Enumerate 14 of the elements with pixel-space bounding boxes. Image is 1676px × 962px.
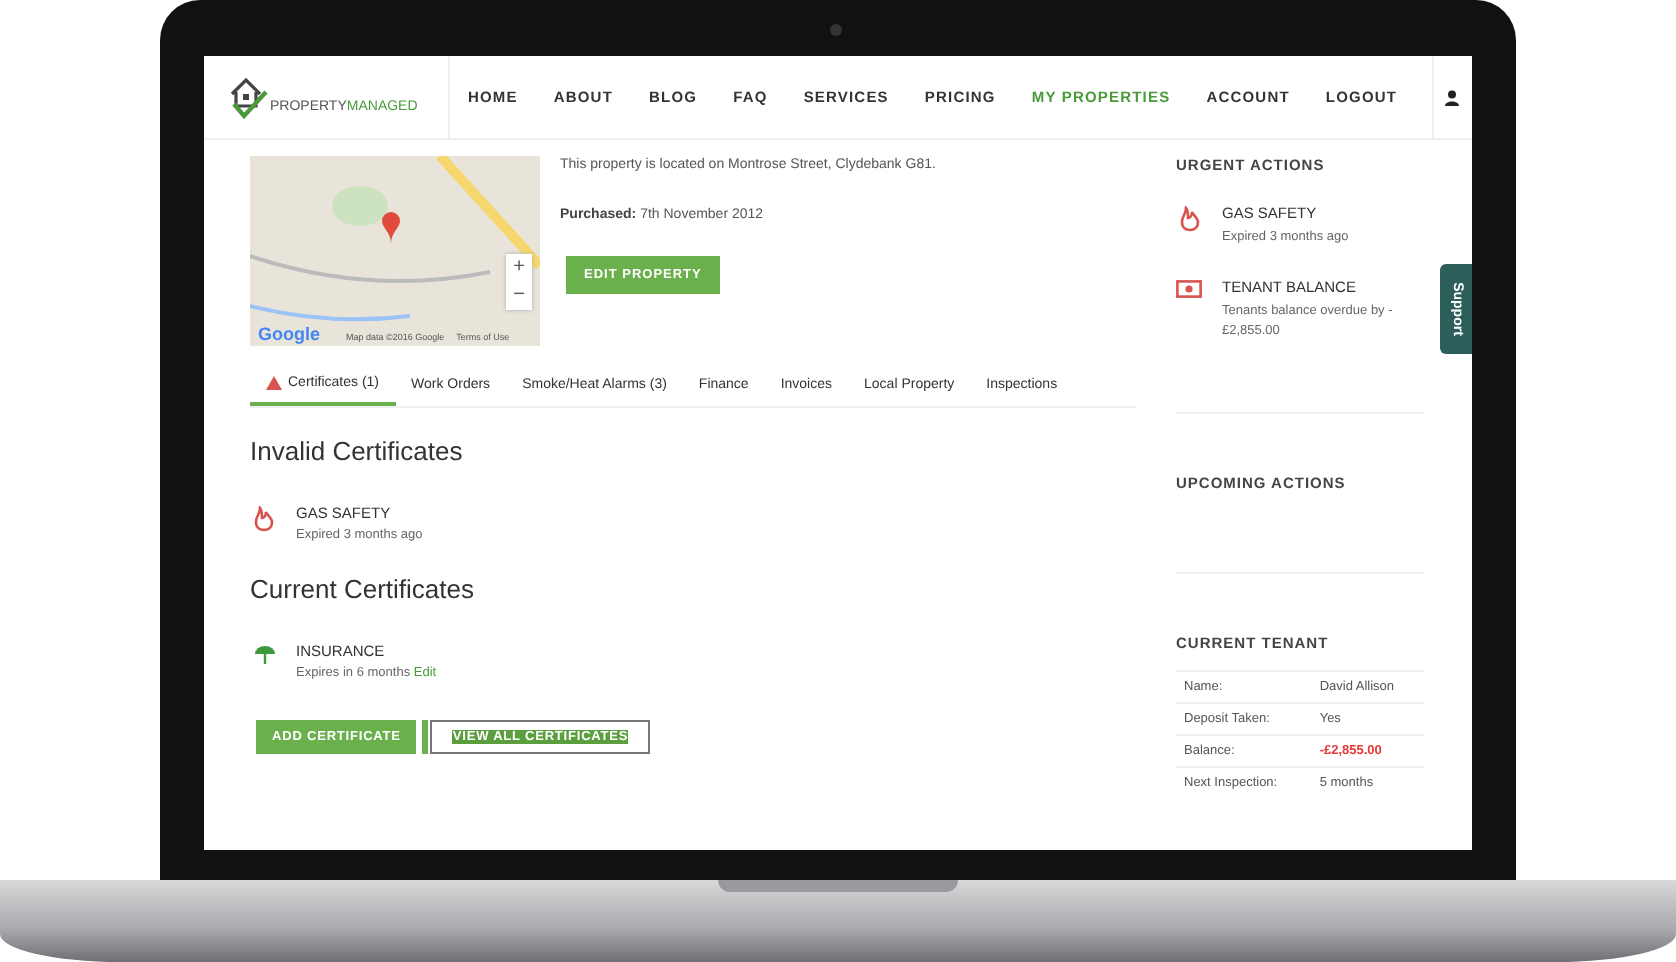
section-heading: Invalid Certificates (250, 436, 465, 466)
umbrella-icon (253, 644, 275, 666)
map-logo: Google (258, 324, 320, 344)
house-check-logo-icon (228, 75, 268, 119)
map-pin-icon (382, 212, 400, 244)
flame-icon (1179, 206, 1199, 232)
zoom-in-button[interactable]: + (506, 254, 532, 282)
banknote-icon (1176, 279, 1202, 298)
warning-icon (266, 376, 282, 390)
user-icon[interactable] (1444, 89, 1461, 105)
flame-icon (254, 506, 274, 532)
zoom-out-button[interactable]: − (506, 282, 532, 310)
camera-icon (830, 24, 842, 36)
section-heading: Current Certificates (250, 574, 476, 604)
